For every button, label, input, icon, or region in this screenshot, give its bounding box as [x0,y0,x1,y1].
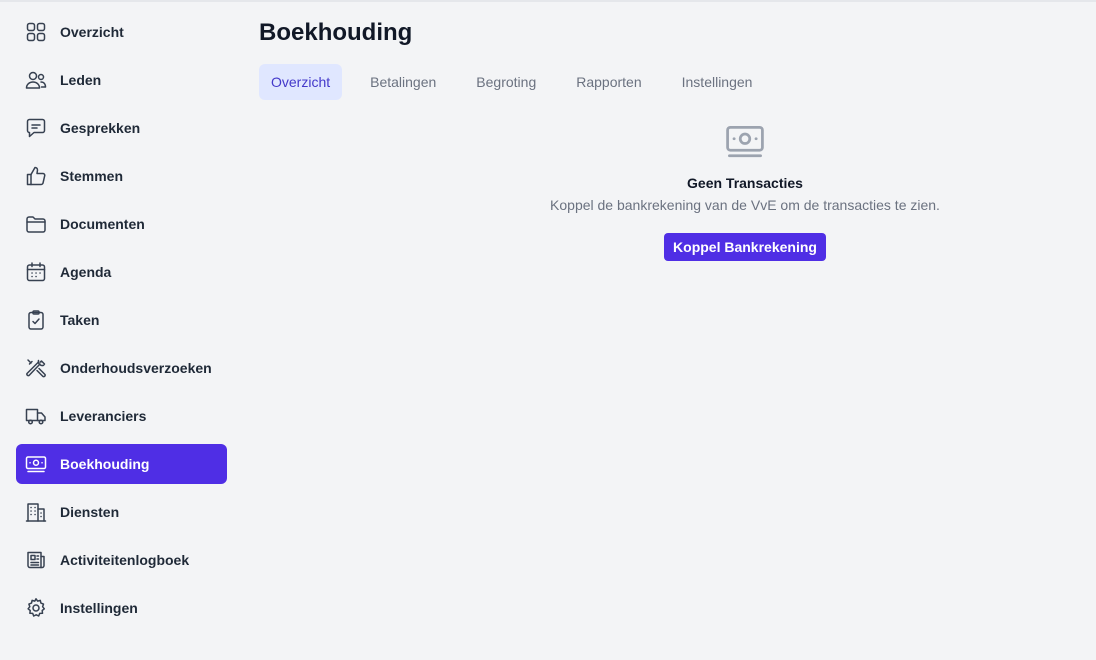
tab-bar: Overzicht Betalingen Begroting Rapporten… [259,64,1096,100]
sidebar-item-stemmen[interactable]: Stemmen [16,156,227,196]
banknotes-icon [723,120,767,164]
sidebar-item-label: Boekhouding [60,456,150,472]
sidebar-item-leden[interactable]: Leden [16,60,227,100]
sidebar-item-agenda[interactable]: Agenda [16,252,227,292]
sidebar-item-label: Documenten [60,216,145,232]
clipboard-check-icon [24,308,48,332]
sidebar-item-boekhouding[interactable]: Boekhouding [16,444,227,484]
sidebar-item-leveranciers[interactable]: Leveranciers [16,396,227,436]
sidebar-item-diensten[interactable]: Diensten [16,492,227,532]
sidebar-item-activiteitenlogboek[interactable]: Activiteitenlogboek [16,540,227,580]
sidebar-item-label: Instellingen [60,600,138,616]
sidebar-item-label: Taken [60,312,100,328]
sidebar-item-overzicht[interactable]: Overzicht [16,12,227,52]
sidebar-item-gesprekken[interactable]: Gesprekken [16,108,227,148]
truck-icon [24,404,48,428]
grid-icon [24,20,48,44]
sidebar-item-label: Activiteitenlogboek [60,552,190,568]
sidebar-item-label: Diensten [60,504,120,520]
sidebar-item-label: Leden [60,72,102,88]
tab-instellingen[interactable]: Instellingen [670,64,765,100]
users-icon [24,68,48,92]
sidebar-item-label: Agenda [60,264,112,280]
page-title: Boekhouding [259,19,413,46]
app: Overzicht Leden Gesprekken Stemmen Docum [0,0,1096,660]
empty-state: Geen Transacties Koppel de bankrekening … [259,120,1096,261]
tab-overzicht[interactable]: Overzicht [259,64,343,100]
sidebar-item-instellingen[interactable]: Instellingen [16,588,227,628]
empty-state-description: Koppel de bankrekening van de VvE om de … [550,197,940,213]
gear-icon [24,596,48,620]
wrench-screwdriver-icon [24,356,48,380]
tab-rapporten[interactable]: Rapporten [564,64,653,100]
banknotes-icon [24,452,48,476]
sidebar-item-label: Onderhoudsverzoeken [60,360,212,376]
thumb-up-icon [24,164,48,188]
chat-icon [24,116,48,140]
sidebar-item-documenten[interactable]: Documenten [16,204,227,244]
sidebar-item-label: Leveranciers [60,408,147,424]
sidebar: Overzicht Leden Gesprekken Stemmen Docum [16,12,227,636]
main-content: Boekhouding Overzicht Betalingen Begroti… [259,18,1096,261]
building-icon [24,500,48,524]
sidebar-item-label: Gesprekken [60,120,141,136]
tab-betalingen[interactable]: Betalingen [358,64,448,100]
sidebar-item-onderhoudsverzoeken[interactable]: Onderhoudsverzoeken [16,348,227,388]
tab-begroting[interactable]: Begroting [464,64,548,100]
newspaper-icon [24,548,48,572]
folder-icon [24,212,48,236]
calendar-icon [24,260,48,284]
sidebar-item-label: Overzicht [60,24,124,40]
sidebar-item-label: Stemmen [60,168,124,184]
sidebar-item-taken[interactable]: Taken [16,300,227,340]
empty-state-title: Geen Transacties [687,175,803,191]
connect-bank-account-button[interactable]: Koppel Bankrekening [664,233,826,261]
